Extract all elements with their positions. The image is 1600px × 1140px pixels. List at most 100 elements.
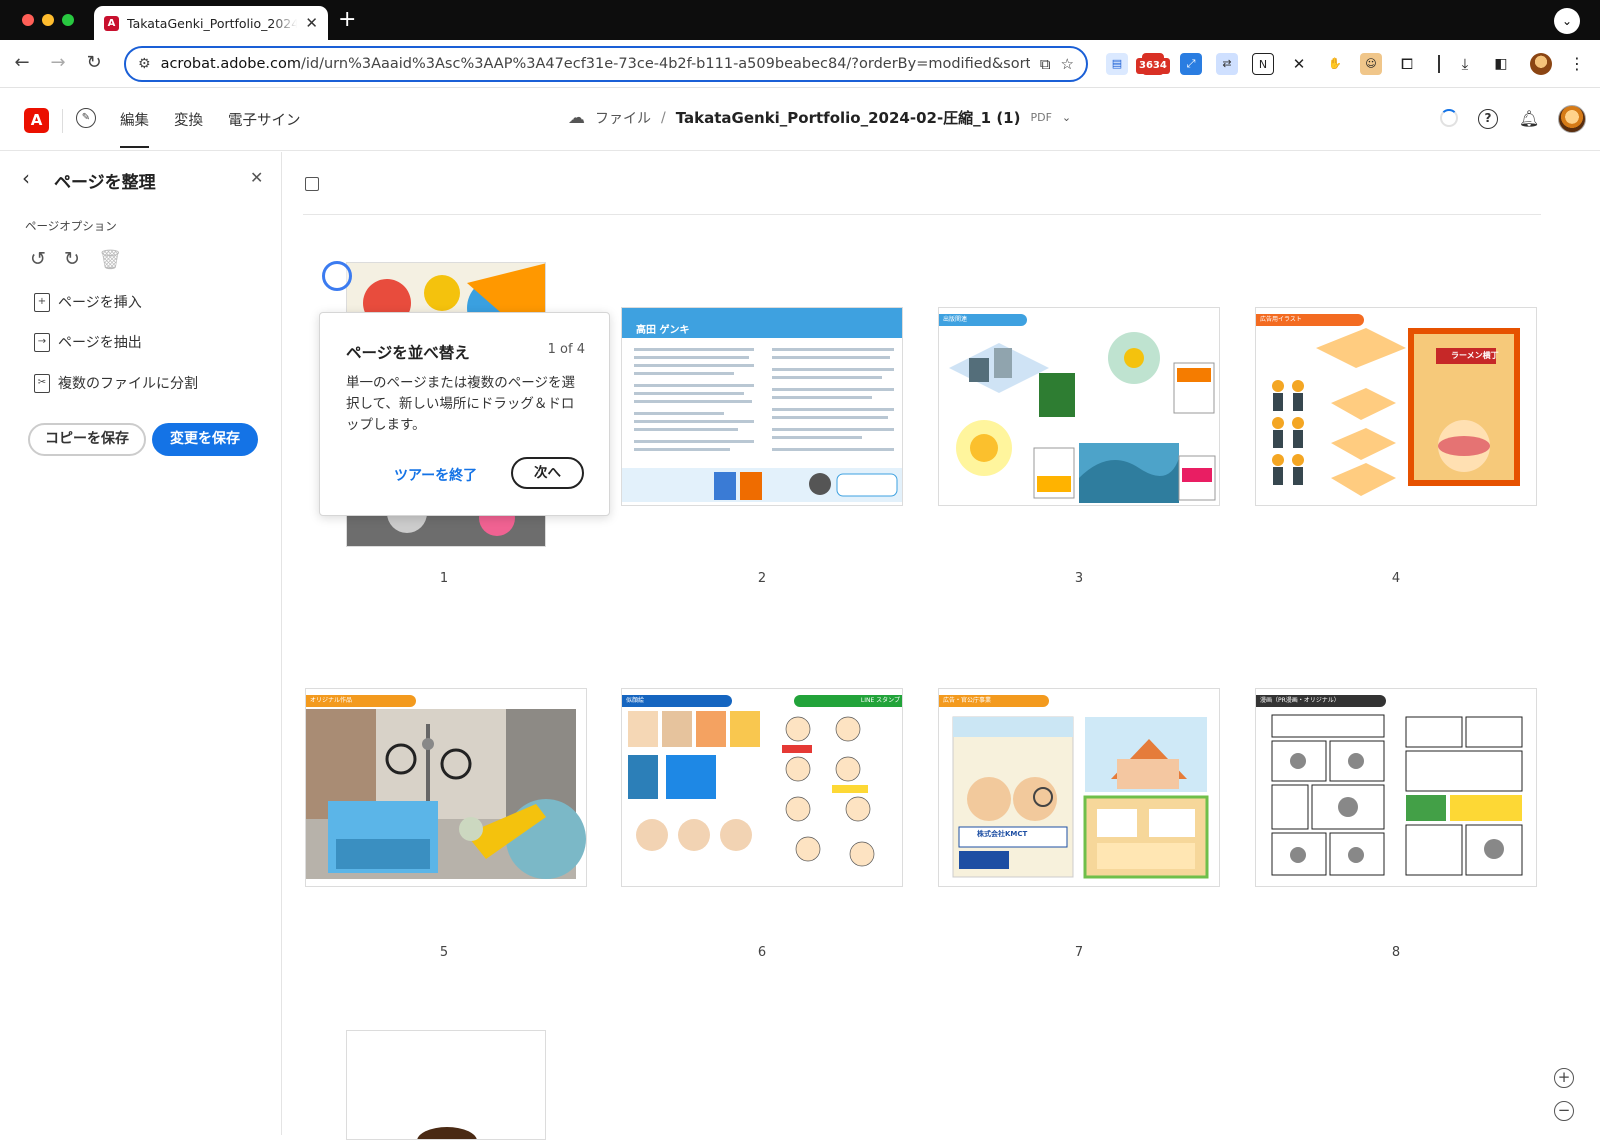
extension-expand-icon[interactable]: ⤢ [1180,53,1202,75]
rotate-left-icon[interactable]: ↺ [30,248,46,270]
browser-menu-icon[interactable]: ⋮ [1566,53,1588,75]
delete-trash-icon[interactable]: 🗑︎ [98,248,122,271]
x-extension-icon[interactable]: ✕ [1288,53,1310,75]
extension-badge-count: 3634 [1136,58,1170,74]
nav-tab-esign[interactable]: 電子サイン [228,109,301,130]
split-file-option[interactable]: ✂ 複数のファイルに分割 [34,373,198,393]
end-tour-link[interactable]: ツアーを終了 [394,465,477,485]
page-number-5: 5 [439,945,449,960]
insert-page-label: ページを挿入 [58,295,142,311]
page-number-8: 8 [1391,945,1401,960]
profile-avatar[interactable] [1530,53,1552,75]
page-number-1: 1 [439,571,449,586]
browser-toolbar: ← → ↻ ⚙ acrobat.adobe.com/id/urn%3Aaaid%… [0,40,1600,88]
tour-description: 単一のページまたは複数のページを選択して、新しい場所にドラッグ＆ドロップします。 [346,375,575,433]
nav-tab-convert[interactable]: 変換 [174,109,203,130]
window-minimize-button[interactable] [42,14,54,26]
rotate-right-icon[interactable]: ↻ [64,248,80,270]
document-title[interactable]: TakataGenki_Portfolio_2024-02-圧縮_1 (1) [676,107,1021,128]
download-icon[interactable]: ⤓ [1454,53,1476,75]
tab-close-icon[interactable]: ✕ [305,14,318,32]
zoom-in-icon[interactable]: + [1554,1068,1574,1088]
loading-spinner-icon [1440,109,1462,131]
extensions-puzzle-icon[interactable]: ⧠ [1396,53,1418,75]
forward-arrow-icon[interactable]: → [46,52,70,73]
browser-tab[interactable]: A TakataGenki_Portfolio_2024- ✕ [94,6,328,40]
panel-title: ページを整理 [54,173,156,193]
breadcrumb: ☁ ファイル / TakataGenki_Portfolio_2024-02-圧… [568,107,1071,128]
save-copy-button[interactable]: コピーを保存 [28,423,146,456]
page-8-illustration [1271,714,1523,876]
page-4-label: 広告用イラスト [1256,314,1364,326]
page-number-7: 7 [1074,945,1084,960]
page-thumbnail-6[interactable]: 似顔絵 LINE スタンプ [621,688,903,887]
notion-icon[interactable]: N [1252,53,1274,75]
insert-page-icon: + [34,292,50,312]
page-thumbnail-2[interactable]: 高田 ゲンキ [621,307,903,506]
site-settings-icon[interactable]: ⚙ [138,56,151,72]
page-thumbnail-8[interactable]: 漫画（PR漫画・オリジナル） [1255,688,1537,887]
organize-pages-panel: ‹ ページを整理 ✕ ページオプション ↺ ↻ 🗑︎ + ページを挿入 → ペー… [0,152,282,1135]
extract-page-option[interactable]: → ページを抽出 [34,332,142,352]
cloud-icon: ☁ [568,107,585,128]
install-app-icon[interactable]: ⧉ [1040,55,1051,73]
page-2-header-name: 高田 ゲンキ [636,325,690,336]
url-text[interactable]: acrobat.adobe.com/id/urn%3Aaaid%3Asc%3AA… [161,56,1030,72]
page-options-label: ページオプション [25,219,117,233]
page-3-label: 出版関連 [939,314,1027,326]
acrobat-logo-icon[interactable]: A [24,108,49,133]
breadcrumb-separator: / [661,109,666,126]
page-3-illustration [949,332,1216,503]
reload-icon[interactable]: ↻ [82,52,106,73]
page-number-3: 3 [1074,571,1084,586]
tour-next-button[interactable]: 次へ [511,457,584,489]
zoom-out-icon[interactable]: − [1554,1101,1574,1121]
page-7-illustration [952,716,1209,879]
browser-tab-strip: A TakataGenki_Portfolio_2024- ✕ + ⌄ [0,0,1600,40]
toolbar-divider [1438,55,1440,73]
breadcrumb-files-link[interactable]: ファイル [595,108,651,128]
page-number-6: 6 [757,945,767,960]
select-all-checkbox[interactable] [305,177,319,191]
window-close-button[interactable] [22,14,34,26]
split-file-icon: ✂ [34,373,50,393]
page-thumbnail-5[interactable]: オリジナル作品 [305,688,587,887]
page-8-label: 漫画（PR漫画・オリジナル） [1256,695,1386,707]
document-type-label: PDF [1030,111,1052,124]
side-panel-icon[interactable]: ◧ [1490,53,1512,75]
notification-bell-icon[interactable]: 🔔︎ [1518,109,1540,131]
user-avatar[interactable] [1558,105,1586,133]
bookmark-star-icon[interactable]: ☆ [1061,55,1074,73]
back-arrow-icon[interactable]: ← [10,52,34,73]
panel-close-icon[interactable]: ✕ [250,168,263,187]
nav-tab-edit[interactable]: 編集 [120,109,149,148]
page-thumbnail-7[interactable]: 広告・官公庁事業 株式会社KMCT [938,688,1220,887]
home-icon[interactable]: ✎ [76,108,96,128]
page-thumbnail-9[interactable] [346,1030,546,1140]
help-icon[interactable]: ? [1478,109,1498,129]
page-number-2: 2 [757,571,767,586]
extension-hand-icon[interactable]: ✋ [1324,53,1346,75]
window-maximize-button[interactable] [62,14,74,26]
split-file-label: 複数のファイルに分割 [58,376,198,392]
tab-title: TakataGenki_Portfolio_2024- [127,15,298,31]
panel-back-icon[interactable]: ‹ [22,166,30,190]
insert-page-option[interactable]: + ページを挿入 [34,292,142,312]
page-4-ramen-sign: ラーメン横丁 [1451,351,1499,360]
new-tab-button[interactable]: + [338,8,356,32]
chevron-down-icon[interactable]: ⌄ [1062,111,1071,124]
extension-screen-icon[interactable]: ▤ [1106,53,1128,75]
extension-avatar-icon[interactable]: ☺ [1360,53,1382,75]
page-6-label-line: LINE スタンプ [794,695,902,707]
tour-title: ページを並べ替え [346,344,470,362]
address-bar[interactable]: ⚙ acrobat.adobe.com/id/urn%3Aaaid%3Asc%3… [124,46,1088,82]
save-changes-button[interactable]: 変更を保存 [152,423,258,456]
extension-translate-icon[interactable]: ⇄ [1216,53,1238,75]
tab-search-button[interactable]: ⌄ [1554,8,1580,34]
page-thumbnail-3[interactable]: 出版関連 [938,307,1220,506]
page-number-4: 4 [1391,571,1401,586]
page-thumbnail-4[interactable]: 広告用イラスト ラーメン横丁 [1255,307,1537,506]
extract-page-icon: → [34,332,50,352]
app-header: A ✎ 編集 変換 電子サイン ☁ ファイル / TakataGenki_Por… [0,89,1600,151]
tour-step-counter: 1 of 4 [547,342,585,357]
